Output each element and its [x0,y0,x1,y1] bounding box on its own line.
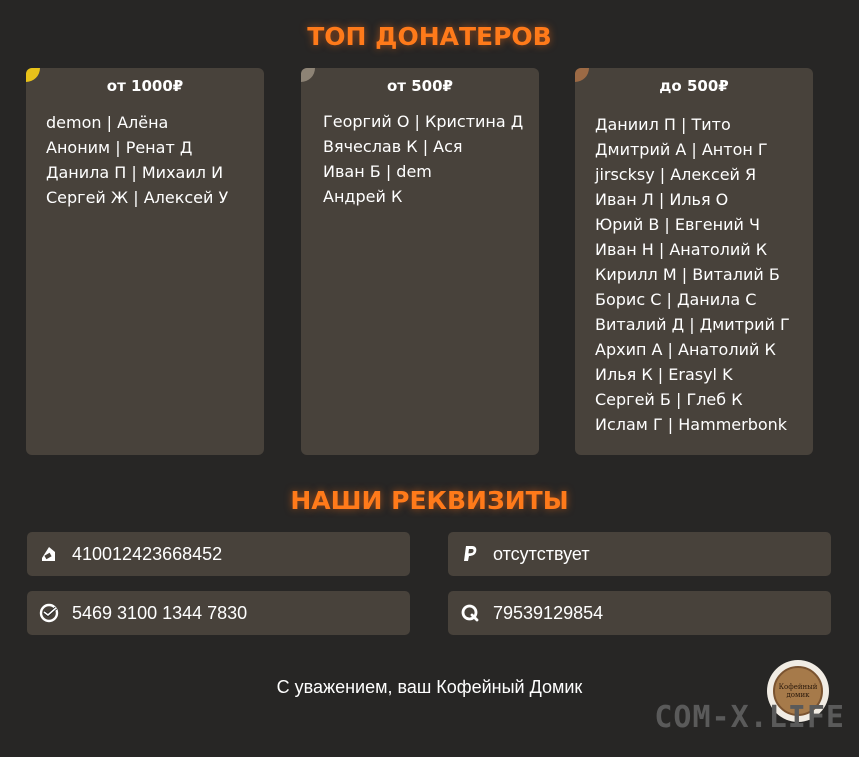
donor-item: Сергей Ж | Алексей У [46,188,229,207]
donor-item: Иван Л | Илья О [595,190,729,209]
sberbank-icon [38,602,60,624]
donor-item: Илья К | Erasyl K [595,365,733,384]
donor-item: Андрей К [323,187,403,206]
tier-title: от 1000₽ [106,77,184,95]
tier-card-500: от 500₽ Георгий О | Кристина Д Вячеслав … [301,68,539,455]
donor-item: Аноним | Ренат Д [46,138,193,157]
donor-item: Дмитрий А | Антон Г [595,140,768,159]
donor-item: Даниил П | Тито [595,115,731,134]
donor-item: Георгий О | Кристина Д [323,112,524,131]
donor-item: demon | Алёна [46,113,169,132]
top-donators-title: ТОП ДОНАТЕРОВ [307,22,552,51]
requisite-yoomoney[interactable]: 410012423668452 [27,532,410,576]
qiwi-value[interactable]: 79539129854 [493,603,603,624]
tier-card-1000: от 1000₽ demon | Алёна Аноним | Ренат Д … [26,68,264,455]
requisite-paypal[interactable]: отсутствует [448,532,831,576]
donor-item: Сергей Б | Глеб К [595,390,743,409]
donor-list: demon | Алёна Аноним | Ренат Д Данила П … [46,110,258,210]
donor-list: Даниил П | Тито Дмитрий А | Антон Г jirs… [595,112,807,437]
donor-item: Борис С | Данила С [595,290,757,309]
donor-item: Юрий В | Евгений Ч [595,215,760,234]
requisite-sberbank[interactable]: 5469 3100 1344 7830 [27,591,410,635]
paypal-value[interactable]: отсутствует [493,544,590,565]
donor-item: Иван Н | Анатолий К [595,240,768,259]
donor-item: Иван Б | dem [323,162,432,181]
tier-title: от 500₽ [387,77,453,95]
sberbank-value[interactable]: 5469 3100 1344 7830 [72,603,247,624]
donor-item: Вячеслав К | Ася [323,137,463,156]
donor-item: Данила П | Михаил И [46,163,224,182]
donor-item: Кирилл М | Виталий Б [595,265,780,284]
footer-signature: С уважением, ваш Кофейный Домик [276,677,583,697]
donor-list: Георгий О | Кристина Д Вячеслав К | Ася … [323,109,533,209]
requisite-qiwi[interactable]: 79539129854 [448,591,831,635]
donor-item: Виталий Д | Дмитрий Г [595,315,790,334]
paypal-icon [459,543,481,565]
yoomoney-value[interactable]: 410012423668452 [72,544,222,565]
donor-item: Ислам Г | Hammerbonk [595,415,788,434]
tier-card-under-500: до 500₽ Даниил П | Тито Дмитрий А | Анто… [575,68,813,455]
requisites-title: НАШИ РЕКВИЗИТЫ [290,486,569,515]
tier-title: до 500₽ [659,77,729,95]
watermark: COM-X.LIFE [654,700,845,735]
qiwi-icon [459,602,481,624]
yoomoney-icon [38,543,60,565]
donor-item: jirscksy | Алексей Я [595,165,757,184]
donor-item: Архип А | Анатолий К [595,340,776,359]
